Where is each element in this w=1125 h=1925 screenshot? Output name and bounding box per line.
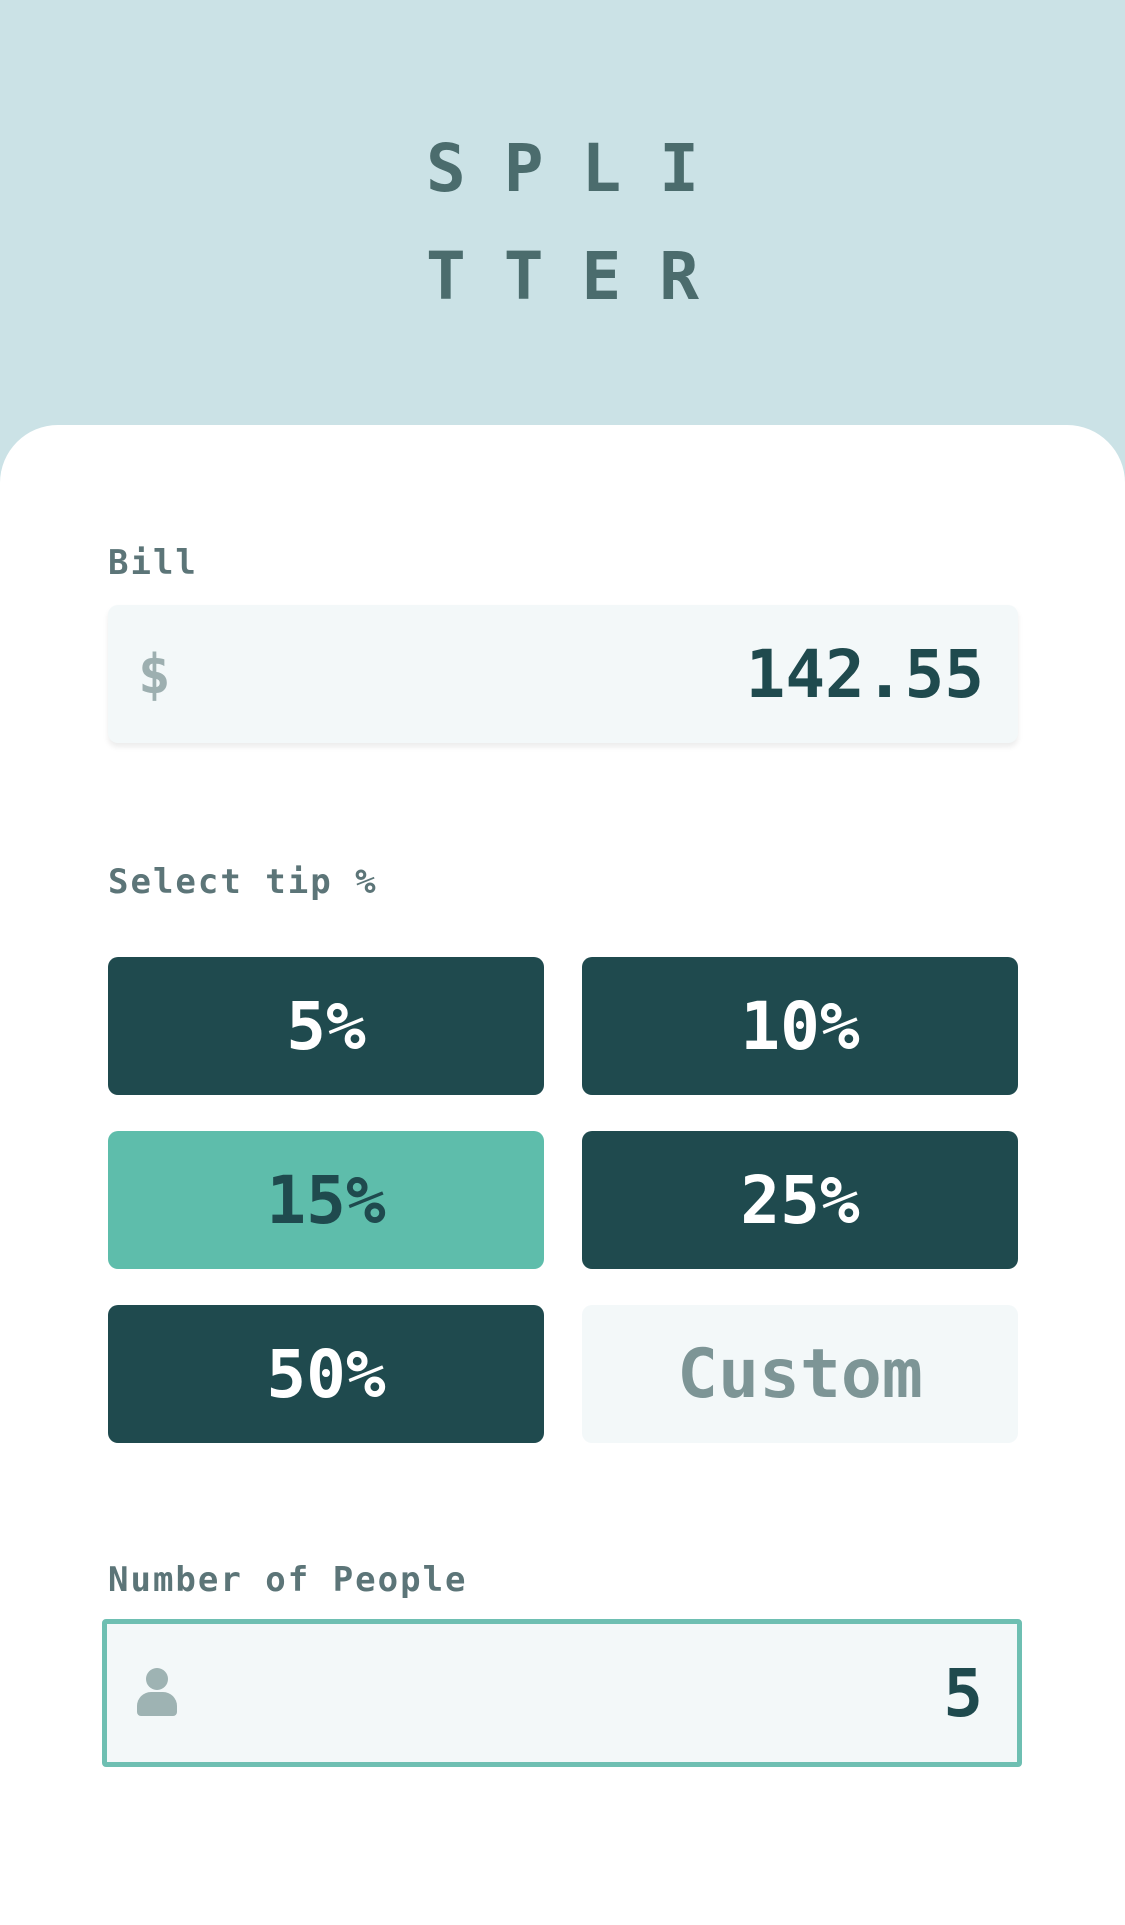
calculator-card: Bill $ 142.55 Select tip % 5% 10% 15% 25… bbox=[0, 425, 1125, 1925]
bill-value[interactable]: 142.55 bbox=[746, 636, 984, 713]
app-logo: SPLI TTER bbox=[0, 118, 1125, 328]
people-input[interactable]: 5 bbox=[102, 1619, 1022, 1767]
tip-custom-input[interactable]: Custom bbox=[582, 1305, 1018, 1443]
logo-line-2: TTER bbox=[426, 238, 737, 315]
tip-button-10[interactable]: 10% bbox=[582, 957, 1018, 1095]
tip-button-50[interactable]: 50% bbox=[108, 1305, 544, 1443]
tip-button-15[interactable]: 15% bbox=[108, 1131, 544, 1269]
person-icon bbox=[137, 1668, 177, 1718]
tip-options: 5% 10% 15% 25% 50% Custom bbox=[108, 957, 1018, 1443]
tip-button-25[interactable]: 25% bbox=[582, 1131, 1018, 1269]
logo-line-1: SPLI bbox=[426, 130, 737, 207]
people-label: Number of People bbox=[108, 1560, 468, 1600]
bill-input[interactable]: $ 142.55 bbox=[108, 605, 1018, 743]
tip-button-5[interactable]: 5% bbox=[108, 957, 544, 1095]
people-value[interactable]: 5 bbox=[943, 1655, 983, 1732]
dollar-icon: $ bbox=[138, 642, 171, 706]
bill-label: Bill bbox=[108, 543, 198, 583]
tip-label: Select tip % bbox=[108, 862, 378, 902]
